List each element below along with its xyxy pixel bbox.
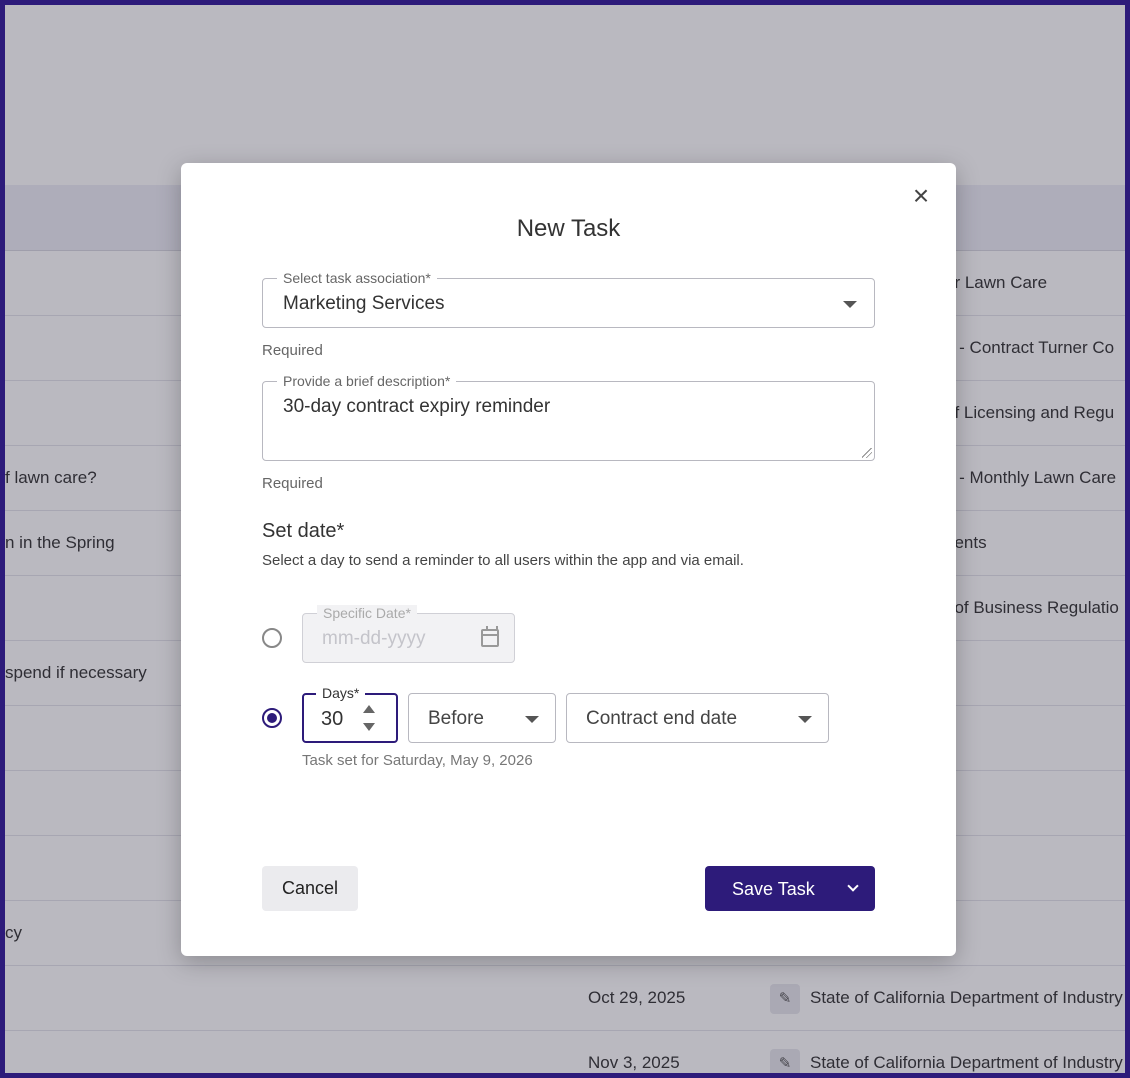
description-value: 30-day contract expiry reminder: [283, 396, 551, 417]
description-label: Provide a brief description*: [277, 373, 457, 389]
increment-arrow-icon[interactable]: [363, 705, 375, 713]
task-association-select[interactable]: Select task association* Marketing Servi…: [262, 270, 875, 328]
resize-handle-icon[interactable]: [862, 448, 872, 458]
description-textarea[interactable]: Provide a brief description* 30-day cont…: [262, 373, 875, 461]
save-task-label: Save Task: [732, 879, 815, 899]
specific-date-radio[interactable]: [262, 628, 282, 648]
chevron-down-icon[interactable]: [847, 880, 859, 892]
task-association-label: Select task association*: [277, 270, 437, 286]
calendar-icon[interactable]: [481, 626, 499, 647]
set-date-heading: Set date*: [262, 520, 345, 542]
direction-select[interactable]: Before: [408, 693, 556, 743]
caret-down-icon: [798, 716, 812, 723]
relative-date-radio[interactable]: [262, 708, 282, 728]
task-association-value: Marketing Services: [283, 293, 445, 314]
direction-value: Before: [428, 708, 484, 729]
dialog-title: New Task: [516, 215, 621, 242]
cancel-button[interactable]: Cancel: [262, 866, 358, 911]
decrement-arrow-icon[interactable]: [363, 723, 375, 731]
days-value: 30: [321, 708, 344, 730]
set-date-description: Select a day to send a reminder to all u…: [262, 552, 744, 569]
description-helper-text: Required: [262, 475, 323, 492]
days-number-input[interactable]: Days* 30: [302, 685, 398, 743]
close-icon[interactable]: ×: [908, 182, 934, 210]
association-helper-text: Required: [262, 342, 323, 359]
app-frame: ar Lawn Care n - Contract Turner Co of L…: [0, 0, 1130, 1078]
caret-down-icon: [843, 301, 857, 308]
task-date-summary: Task set for Saturday, May 9, 2026: [302, 752, 533, 769]
new-task-dialog: × New Task Select task association* Mark…: [181, 163, 956, 956]
specific-date-label: Specific Date*: [317, 605, 417, 621]
specific-date-placeholder: mm-dd-yyyy: [322, 628, 426, 649]
specific-date-input[interactable]: Specific Date* mm-dd-yyyy: [302, 605, 515, 663]
save-task-button[interactable]: Save Task: [705, 866, 875, 911]
caret-down-icon: [525, 716, 539, 723]
days-label: Days*: [316, 685, 366, 701]
reference-date-select[interactable]: Contract end date: [566, 693, 829, 743]
reference-date-value: Contract end date: [586, 708, 738, 729]
